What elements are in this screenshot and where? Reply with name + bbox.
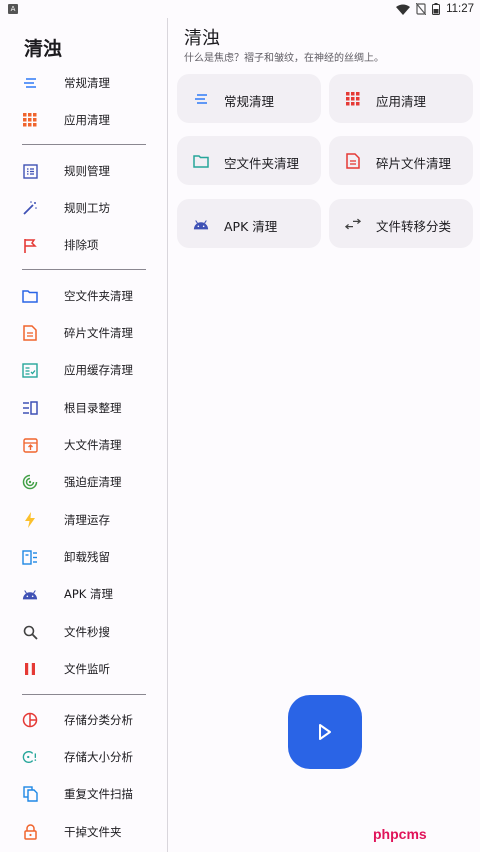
no-sim-icon [416,3,427,15]
list-lines-icon [22,75,38,91]
play-icon [319,724,331,740]
card-apk-clean[interactable]: APK 清理 [177,199,321,248]
page-title: 清浊 [184,28,220,49]
watermark: phpcms [373,826,427,842]
drawer-item-rule-manage[interactable]: 规则管理 [0,153,167,189]
drawer-divider [22,694,146,695]
drawer-item-label: 重复文件扫描 [64,787,133,801]
drawer-item-duplicate-scan[interactable]: 重复文件扫描 [0,776,167,812]
drawer-item-exclusions[interactable]: 排除项 [0,227,167,263]
drawer-divider [22,144,146,145]
flag-icon [22,237,38,253]
drawer-item-label: 常规清理 [64,76,110,90]
app-notification-icon: A [8,4,18,14]
drawer-item-storage-size[interactable]: 存储大小分析 [0,739,167,775]
android-icon [22,586,38,602]
drawer-item-label: 清理运存 [64,513,110,527]
card-file-transfer[interactable]: 文件转移分类 [329,199,473,248]
view-list-icon [22,400,38,416]
drawer-item-label: 卸载残留 [64,550,110,564]
status-bar: A 11:27 [0,0,480,18]
drawer-item-ocd-clean[interactable]: 强迫症清理 [0,464,167,500]
card-app-clean[interactable]: 应用清理 [329,74,473,123]
drawer-item-label: 碎片文件清理 [64,326,133,340]
bolt-icon [22,512,38,528]
drawer-item-label: 大文件清理 [64,438,122,452]
card-empty-folder[interactable]: 空文件夹清理 [177,136,321,185]
pie-chart-icon [22,712,38,728]
drawer-item-label: 强迫症清理 [64,475,122,489]
transfer-icon [345,216,361,232]
drawer-item-file-search[interactable]: 文件秒搜 [0,614,167,650]
drawer-item-clean-ram[interactable]: 清理运存 [0,502,167,538]
drawer-item-label: 排除项 [64,238,99,252]
card-fragment-clean[interactable]: 碎片文件清理 [329,136,473,185]
drawer-item-empty-folder[interactable]: 空文件夹清理 [0,278,167,314]
card-label: APK 清理 [224,219,278,234]
search-icon [22,624,38,640]
drawer-item-large-file[interactable]: 大文件清理 [0,427,167,463]
drawer-item-label: 根目录整理 [64,401,122,415]
drawer-item-label: 存储分类分析 [64,713,133,727]
magic-wand-icon [22,200,38,216]
drawer-item-label: APK 清理 [64,587,113,601]
target-icon [22,474,38,490]
drawer-item-uninstall-residue[interactable]: 卸载残留 [0,539,167,575]
drawer-divider [22,269,146,270]
card-label: 应用清理 [376,94,427,109]
document-icon [345,153,361,169]
storage-size-icon [22,749,38,765]
document-icon [22,325,38,341]
drawer-item-app-clean[interactable]: 应用清理 [0,102,167,138]
apps-grid-icon [22,112,38,128]
copy-icon [22,786,38,802]
drawer-title: 清浊 [24,38,63,60]
lock-icon [22,824,38,840]
navigation-drawer: 清浊 常规清理 应用清理 规则管理 规则工坊 排除项 空文件夹清理 碎片文件清理… [0,18,168,852]
drawer-item-label: 规则工坊 [64,201,110,215]
drawer-item-rule-workshop[interactable]: 规则工坊 [0,190,167,226]
drawer-item-fragment-clean[interactable]: 碎片文件清理 [0,315,167,351]
drawer-item-label: 干掉文件夹 [64,825,122,839]
pause-icon [22,661,38,677]
card-label: 常规清理 [224,94,275,109]
uninstall-icon [22,549,38,565]
android-icon [193,216,209,232]
list-lines-icon [193,91,209,107]
wifi-icon [396,4,411,15]
list-alt-icon [22,163,38,179]
battery-icon [432,3,441,15]
drawer-item-apk-clean[interactable]: APK 清理 [0,576,167,612]
drawer-item-label: 应用清理 [64,113,110,127]
folder-icon [22,288,38,304]
drawer-item-label: 空文件夹清理 [64,289,133,303]
fact-check-icon [22,362,38,378]
drawer-item-kill-folder[interactable]: 干掉文件夹 [0,814,167,850]
card-label: 空文件夹清理 [224,156,300,171]
drawer-item-label: 规则管理 [64,164,110,178]
archive-icon [22,437,38,453]
status-icons: 11:27 [396,3,474,15]
card-regular-clean[interactable]: 常规清理 [177,74,321,123]
drawer-item-file-monitor[interactable]: 文件监听 [0,651,167,687]
page-subtitle: 什么是焦虑？褶子和皱纹，在神经的丝绸上。 [184,53,384,64]
card-label: 文件转移分类 [376,219,452,234]
drawer-item-root-organize[interactable]: 根目录整理 [0,390,167,426]
drawer-item-label: 存储大小分析 [64,750,133,764]
drawer-item-app-cache[interactable]: 应用缓存清理 [0,352,167,388]
drawer-item-label: 文件监听 [64,662,110,676]
drawer-item-regular-clean[interactable]: 常规清理 [0,65,167,101]
clock: 11:27 [446,3,474,15]
drawer-item-label: 文件秒搜 [64,625,110,639]
drawer-item-storage-category[interactable]: 存储分类分析 [0,702,167,738]
start-clean-button[interactable] [288,695,362,769]
card-label: 碎片文件清理 [376,156,452,171]
folder-icon [193,153,209,169]
apps-grid-icon [345,91,361,107]
drawer-item-label: 应用缓存清理 [64,363,133,377]
